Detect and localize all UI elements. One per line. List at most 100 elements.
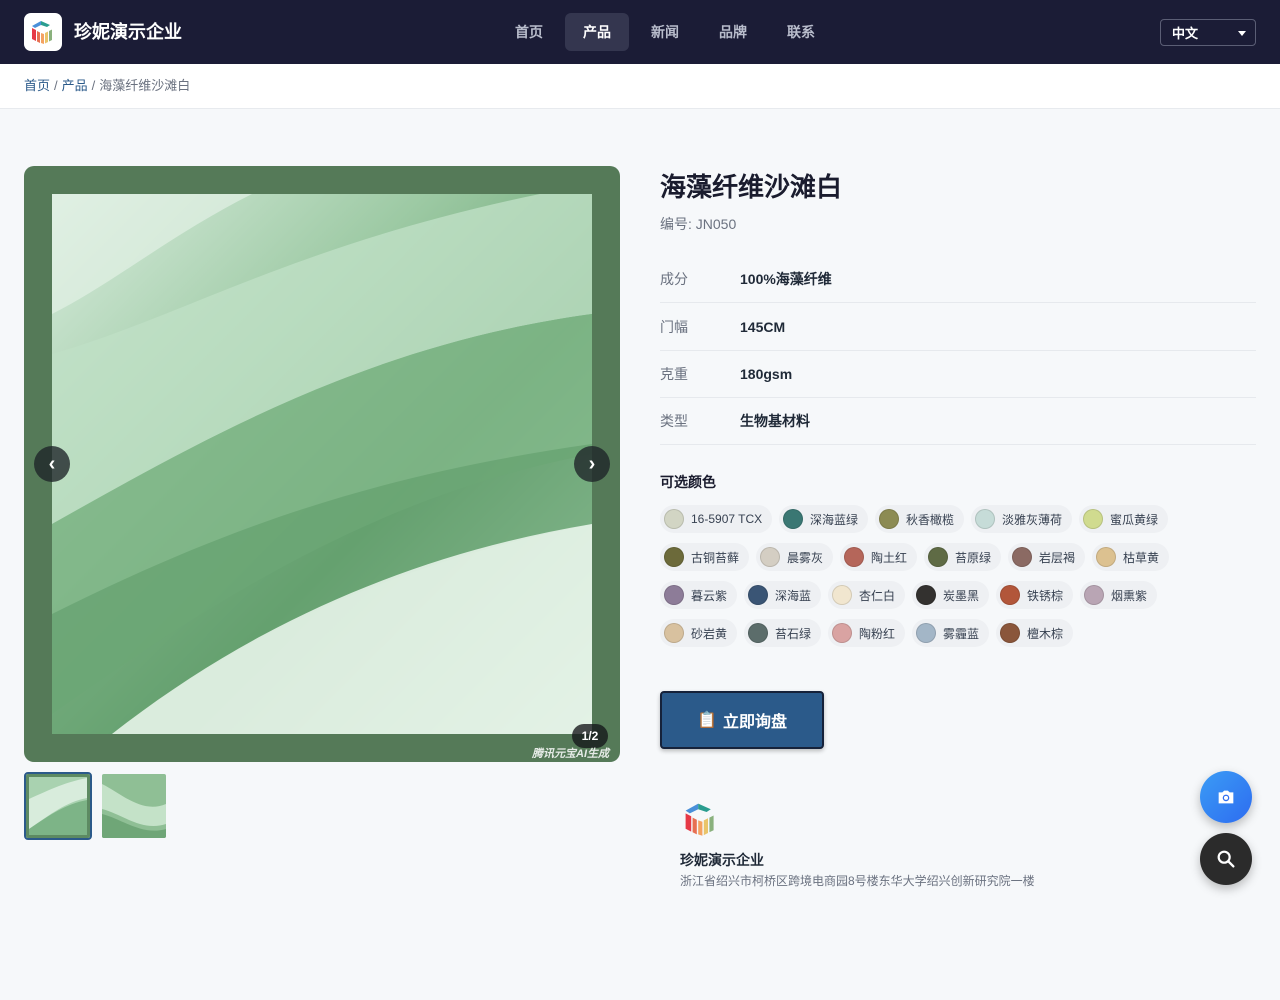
- color-chip[interactable]: 陶土红: [840, 543, 918, 571]
- color-name: 雾霾蓝: [943, 626, 980, 641]
- color-swatch: [1084, 585, 1104, 605]
- color-chip[interactable]: 枯草黄: [1092, 543, 1170, 571]
- spec-row: 克重 180gsm: [660, 350, 1256, 398]
- color-name: 苔原绿: [955, 550, 992, 565]
- color-swatch: [832, 585, 852, 605]
- color-name: 秋香橄榄: [906, 512, 955, 527]
- color-chip[interactable]: 秋香橄榄: [875, 505, 965, 533]
- color-swatch: [664, 547, 684, 567]
- clipboard-icon: 📋: [697, 712, 717, 729]
- language-value: 中文: [1172, 26, 1199, 41]
- color-name: 陶土红: [871, 550, 908, 565]
- color-name: 16-5907 TCX: [691, 512, 763, 526]
- color-chip[interactable]: 杏仁白: [828, 581, 906, 609]
- prev-image-button[interactable]: ‹: [34, 446, 70, 482]
- color-swatch: [879, 509, 899, 529]
- color-swatch: [1083, 509, 1103, 529]
- color-swatch: [664, 585, 684, 605]
- nav-contact[interactable]: 联系: [769, 13, 833, 51]
- brand-logo-icon: [32, 21, 52, 44]
- color-swatch: [1012, 547, 1032, 567]
- color-chip[interactable]: 古铜苔藓: [660, 543, 750, 571]
- company-name: 珍妮演示企业: [680, 852, 764, 868]
- breadcrumb-home-link[interactable]: 首页: [24, 78, 50, 93]
- top-header: 珍妮演示企业 首页 产品 新闻 品牌 联系 中文: [0, 0, 1280, 64]
- spec-value: 100%海藻纤维: [740, 271, 832, 287]
- color-name: 炭墨黑: [943, 588, 980, 603]
- color-chip[interactable]: 岩层褐: [1008, 543, 1086, 571]
- spec-value: 145CM: [740, 319, 786, 335]
- spec-row: 成分 100%海藻纤维: [660, 255, 1256, 303]
- search-button[interactable]: [1200, 833, 1252, 885]
- company-logo: [685, 803, 714, 836]
- color-swatch: [664, 623, 684, 643]
- color-swatch: [1000, 623, 1020, 643]
- thumbnail-2[interactable]: [100, 772, 168, 840]
- color-chip[interactable]: 16-5907 TCX: [660, 505, 773, 533]
- color-chip[interactable]: 苔原绿: [924, 543, 1002, 571]
- thumbnail-1[interactable]: [24, 772, 92, 840]
- color-chip[interactable]: 蜜瓜黄绿: [1079, 505, 1169, 533]
- camera-button[interactable]: [1200, 771, 1252, 823]
- color-chip[interactable]: 雾霾蓝: [912, 619, 990, 647]
- nav-news[interactable]: 新闻: [633, 13, 697, 51]
- color-chip[interactable]: 檀木棕: [996, 619, 1074, 647]
- spec-row: 类型 生物基材料: [660, 397, 1256, 445]
- color-name: 岩层褐: [1039, 550, 1076, 565]
- colors-heading: 可选颜色: [660, 474, 716, 490]
- spec-value: 180gsm: [740, 366, 793, 382]
- color-chip[interactable]: 暮云紫: [660, 581, 738, 609]
- thumbnail-image: [26, 774, 90, 838]
- main-nav: 首页 产品 新闻 品牌 联系: [497, 13, 837, 51]
- next-image-button[interactable]: ›: [574, 446, 610, 482]
- color-chip[interactable]: 深海蓝绿: [779, 505, 869, 533]
- inquiry-button[interactable]: 📋 立即询盘: [660, 691, 824, 749]
- thumbnail-image: [102, 774, 166, 838]
- spec-label: 类型: [660, 413, 688, 429]
- color-name: 暮云紫: [691, 588, 728, 603]
- language-select[interactable]: 中文: [1160, 19, 1256, 46]
- color-chip[interactable]: 烟熏紫: [1080, 581, 1158, 609]
- spec-label: 成分: [660, 271, 688, 287]
- product-title: 海藻纤维沙滩白: [660, 172, 843, 202]
- product-main-image[interactable]: [52, 194, 592, 734]
- color-chip[interactable]: 晨雾灰: [756, 543, 834, 571]
- color-name: 陶粉红: [859, 626, 896, 641]
- color-name: 砂岩黄: [691, 626, 728, 641]
- nav-brand[interactable]: 品牌: [701, 13, 765, 51]
- spec-row: 门幅 145CM: [660, 303, 1256, 351]
- brand-name[interactable]: 珍妮演示企业: [74, 20, 182, 44]
- color-chip[interactable]: 陶粉红: [828, 619, 906, 647]
- color-name: 烟熏紫: [1111, 588, 1148, 603]
- brand-logo[interactable]: [24, 13, 62, 51]
- color-chip[interactable]: 铁锈棕: [996, 581, 1074, 609]
- color-name: 蜜瓜黄绿: [1110, 512, 1159, 527]
- nav-home[interactable]: 首页: [497, 13, 561, 51]
- color-swatch: [844, 547, 864, 567]
- color-chip[interactable]: 淡雅灰薄荷: [971, 505, 1073, 533]
- breadcrumb-separator: /: [91, 78, 96, 93]
- color-swatch: [1096, 547, 1116, 567]
- color-swatch: [916, 623, 936, 643]
- color-swatch: [664, 509, 684, 529]
- product-code: 编号: JN050: [660, 216, 737, 232]
- color-name: 淡雅灰薄荷: [1002, 512, 1063, 527]
- color-swatch: [975, 509, 995, 529]
- color-chip[interactable]: 深海蓝: [744, 581, 822, 609]
- spec-value: 生物基材料: [740, 413, 810, 429]
- color-swatch: [748, 585, 768, 605]
- nav-products[interactable]: 产品: [565, 13, 629, 51]
- inquiry-button-label: 立即询盘: [722, 714, 787, 731]
- breadcrumb-products-link[interactable]: 产品: [62, 78, 88, 93]
- color-swatch: [1000, 585, 1020, 605]
- camera-icon: [1218, 790, 1234, 804]
- color-swatch: [748, 623, 768, 643]
- breadcrumb-current: 海藻纤维沙滩白: [99, 78, 191, 93]
- caret-down-icon: [1238, 31, 1246, 36]
- color-name: 晨雾灰: [787, 550, 824, 565]
- color-chip[interactable]: 砂岩黄: [660, 619, 738, 647]
- color-chip[interactable]: 炭墨黑: [912, 581, 990, 609]
- color-name: 枯草黄: [1123, 550, 1160, 565]
- color-swatch: [928, 547, 948, 567]
- color-chip[interactable]: 苔石绿: [744, 619, 822, 647]
